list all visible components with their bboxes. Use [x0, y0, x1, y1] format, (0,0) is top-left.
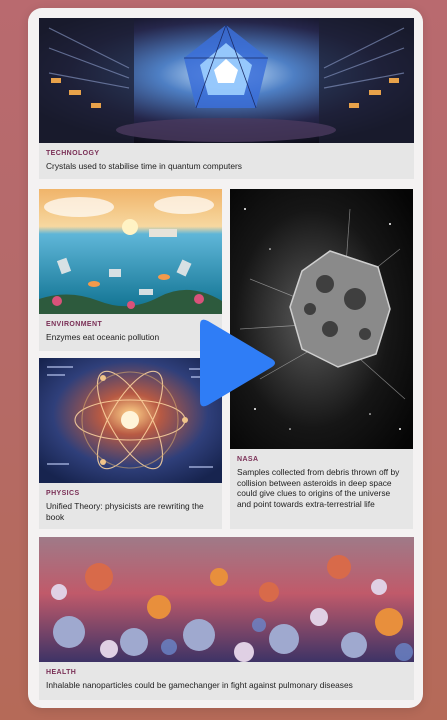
article-category: TECHNOLOGY — [46, 150, 100, 157]
atom-formulas-image — [39, 358, 222, 483]
nanoparticles-image — [39, 537, 414, 662]
article-category: PHYSICS — [46, 490, 80, 497]
play-icon[interactable] — [200, 317, 278, 409]
ocean-pollution-image — [39, 189, 222, 314]
article-headline[interactable]: Samples collected from debris thrown off… — [237, 467, 405, 509]
article-category: HEALTH — [46, 669, 77, 676]
article-category: NASA — [237, 456, 259, 463]
article-meta: TECHNOLOGY Crystals used to stabilise ti… — [39, 143, 414, 179]
article-meta: HEALTH Inhalable nanoparticles could be … — [39, 662, 414, 700]
article-meta: ENVIRONMENT Enzymes eat oceanic pollutio… — [39, 314, 222, 351]
article-card-technology[interactable]: TECHNOLOGY Crystals used to stabilise ti… — [39, 18, 414, 179]
article-meta: PHYSICS Unified Theory: physicists are r… — [39, 483, 222, 529]
article-category: ENVIRONMENT — [46, 321, 103, 328]
article-meta: NASA Samples collected from debris throw… — [230, 449, 413, 529]
article-headline[interactable]: Enzymes eat oceanic pollution — [46, 332, 214, 343]
article-headline[interactable]: Unified Theory: physicists are rewriting… — [46, 501, 214, 522]
article-headline[interactable]: Inhalable nanoparticles could be gamecha… — [46, 680, 406, 691]
article-card-physics[interactable]: PHYSICS Unified Theory: physicists are r… — [39, 358, 222, 529]
article-card-environment[interactable]: ENVIRONMENT Enzymes eat oceanic pollutio… — [39, 189, 222, 351]
quantum-crystal-image — [39, 18, 414, 143]
article-card-health[interactable]: HEALTH Inhalable nanoparticles could be … — [39, 537, 414, 700]
article-headline[interactable]: Crystals used to stabilise time in quant… — [46, 161, 406, 172]
